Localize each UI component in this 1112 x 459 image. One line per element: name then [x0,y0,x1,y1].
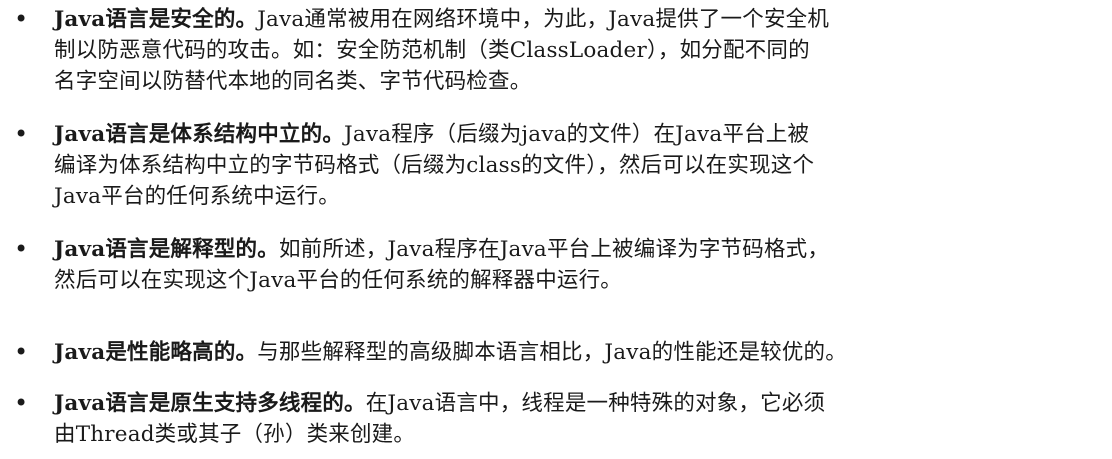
bullet-line: 编译为体系结构中立的字节码格式（后缀为class的文件），然后可以在实现这个 [54,153,815,178]
slide: • Java语言是安全的。Java通常被用在网络环境中，为此，Java提供了一个… [0,0,1112,459]
bullet-line: Java平台的任何系统中运行。 [54,184,340,209]
bullet-line: Java是性能略高的。与那些解释型的高级脚本语言相比，Java的性能还是较优的。 [54,337,1104,368]
bullet-line: 制以防恶意代码的攻击。如：安全防范机制（类ClassLoader），如分配不同的 [54,38,810,63]
bullet-line-text: 与那些解释型的高级脚本语言相比，Java的性能还是较优的。 [257,340,847,365]
bullet-text: Java语言是解释型的。如前所述，Java程序在Java平台上被编译为字节码格式… [54,234,1104,296]
bullet-dot: • [14,338,29,366]
bullet-line: 由Thread类或其子（孙）类来创建。 [54,422,416,447]
bullet-text: Java语言是安全的。Java通常被用在网络环境中，为此，Java提供了一个安全… [54,4,1104,97]
bullet-line: Java语言是安全的。Java通常被用在网络环境中，为此，Java提供了一个安全… [54,4,1104,35]
bullet-line: Java语言是体系结构中立的。Java程序（后缀为java的文件）在Java平台… [54,119,1104,150]
bullet-lead: Java语言是体系结构中立的。 [54,122,345,147]
bullet-dot: • [14,120,29,148]
bullet-line: 然后可以在实现这个Java平台的任何系统的解释器中运行。 [54,268,623,293]
bullet-text: Java语言是原生支持多线程的。在Java语言中，线程是一种特殊的对象，它必须 … [54,388,1104,450]
bullet-lead: Java是性能略高的。 [54,340,258,365]
bullet-line: Java语言是原生支持多线程的。在Java语言中，线程是一种特殊的对象，它必须 [54,388,1104,419]
bullet-line: Java语言是解释型的。如前所述，Java程序在Java平台上被编译为字节码格式… [54,234,1104,265]
bullet-lead: Java语言是安全的。 [54,7,258,32]
bullet-lead: Java语言是解释型的。 [54,237,279,262]
bullet-text: Java是性能略高的。与那些解释型的高级脚本语言相比，Java的性能还是较优的。 [54,337,1104,368]
bullet-line: 名字空间以防替代本地的同名类、字节代码检查。 [54,69,532,94]
bullet-dot: • [14,5,29,33]
bullet-line-text: Java程序（后缀为java的文件）在Java平台上被 [344,122,810,147]
bullet-lead: Java语言是原生支持多线程的。 [54,391,366,416]
bullet-line-text: Java通常被用在网络环境中，为此，Java提供了一个安全机 [257,7,830,32]
bullet-dot: • [14,235,29,263]
bullet-line-text: 在Java语言中，线程是一种特殊的对象，它必须 [365,391,826,416]
bullet-line-text: 如前所述，Java程序在Java平台上被编译为字节码格式， [278,237,830,262]
bullet-dot: • [14,389,29,417]
bullet-text: Java语言是体系结构中立的。Java程序（后缀为java的文件）在Java平台… [54,119,1104,212]
